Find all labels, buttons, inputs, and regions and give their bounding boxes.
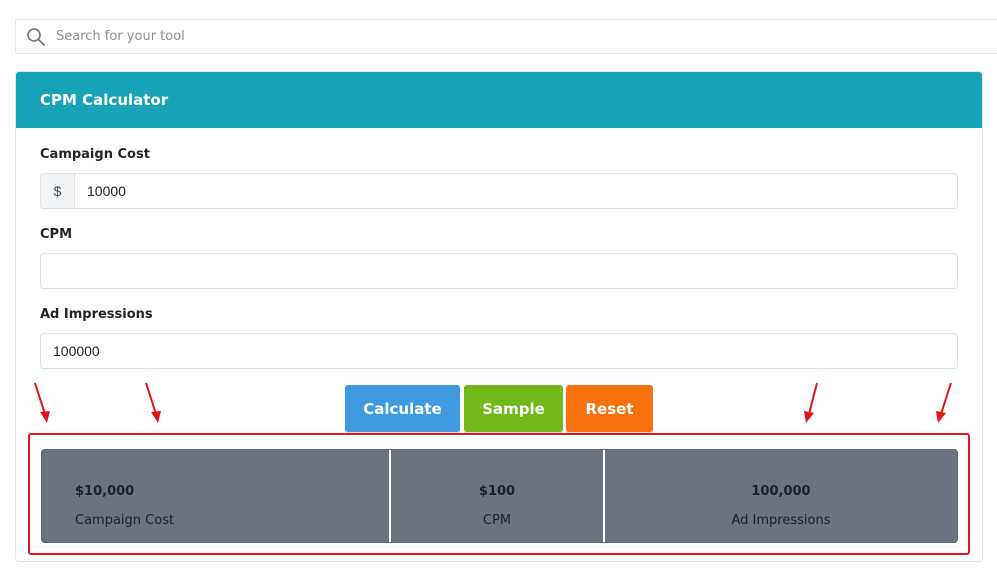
cpm-input[interactable] (41, 254, 957, 288)
search-icon (27, 28, 45, 46)
annotation-arrow-icon (804, 382, 818, 423)
result-value: 100,000 (751, 484, 811, 499)
search-bar[interactable] (15, 19, 997, 54)
card-title: CPM Calculator (16, 72, 982, 128)
campaign-cost-input[interactable] (75, 174, 957, 208)
result-campaign-cost: $10,000 Campaign Cost (42, 450, 391, 542)
campaign-cost-label: Campaign Cost (40, 147, 150, 162)
cpm-calculator-card: CPM Calculator Campaign Cost $ CPM Ad Im… (15, 71, 983, 562)
calculate-button[interactable]: Calculate (345, 385, 460, 432)
result-caption: Ad Impressions (731, 513, 831, 528)
sample-button[interactable]: Sample (464, 385, 563, 432)
reset-button[interactable]: Reset (566, 385, 653, 432)
campaign-cost-field: $ (40, 173, 958, 209)
cpm-field (40, 253, 958, 289)
result-cpm: $100 CPM (391, 450, 605, 542)
annotation-arrow-icon (936, 382, 952, 423)
search-input[interactable] (56, 20, 956, 53)
annotation-arrow-icon (145, 382, 161, 423)
result-value: $100 (478, 484, 516, 499)
result-ad-impressions: 100,000 Ad Impressions (605, 450, 957, 542)
results-panel: $10,000 Campaign Cost $100 CPM 100,000 A… (41, 449, 958, 543)
annotation-arrow-icon (34, 382, 50, 423)
result-caption: Campaign Cost (75, 513, 175, 528)
dollar-prefix: $ (41, 174, 75, 208)
ad-impressions-field (40, 333, 958, 369)
result-caption: CPM (482, 513, 512, 528)
ad-impressions-label: Ad Impressions (40, 307, 153, 322)
result-value: $10,000 (75, 484, 135, 499)
cpm-label: CPM (40, 227, 73, 242)
ad-impressions-input[interactable] (41, 334, 957, 368)
